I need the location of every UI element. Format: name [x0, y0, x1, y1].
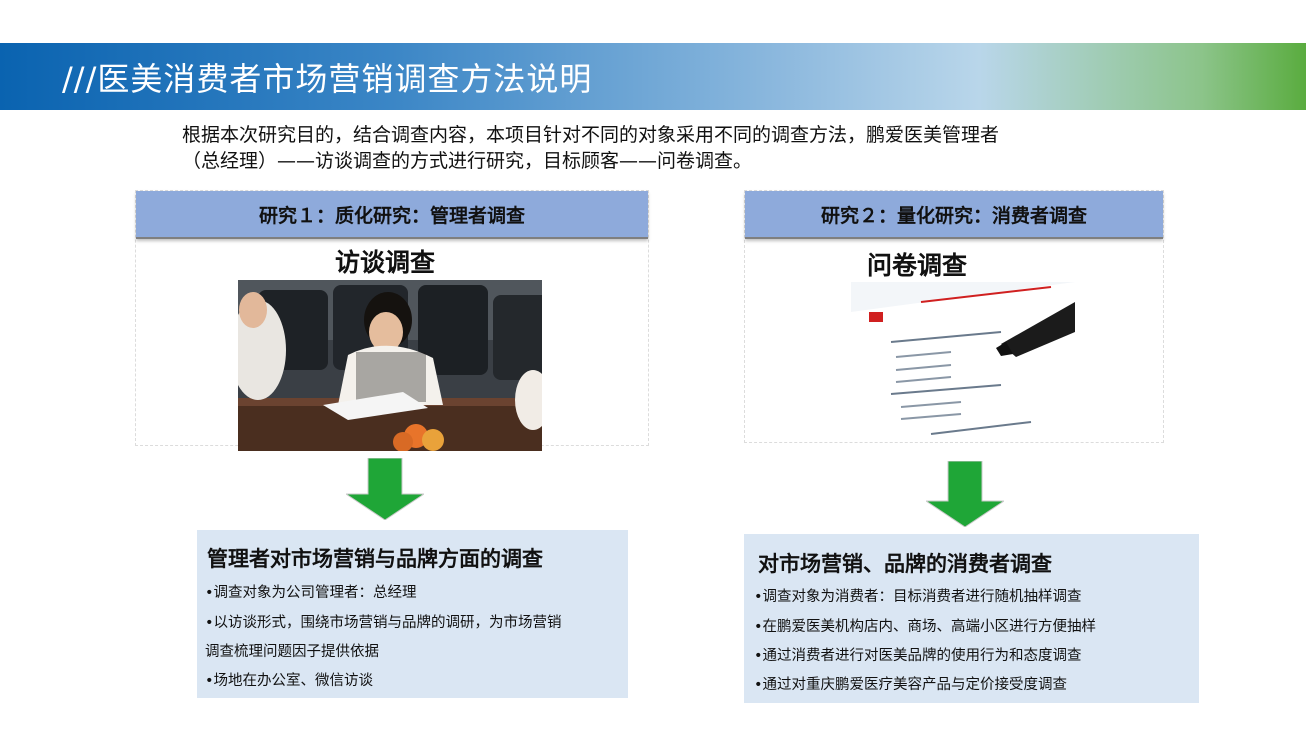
intro-line-1: 根据本次研究目的，结合调查内容，本项目针对不同的对象采用不同的调查方法，鹏爱医美…	[182, 124, 1000, 146]
study2-item: •通过对重庆鹏爱医疗美容产品与定价接受度调查	[754, 677, 1068, 693]
study2-item: •调查对象为消费者：目标消费者进行随机抽样调查	[754, 589, 1082, 605]
study2-header: 研究２：量化研究：消费者调查	[745, 191, 1163, 239]
study1-item: •以访谈形式，围绕市场营销与品牌的调研，为市场营销	[205, 615, 562, 631]
questionnaire-photo	[851, 282, 1075, 442]
intro-line-2: （总经理）——访谈调查的方式进行研究，目标顾客——问卷调查。	[182, 150, 753, 172]
down-arrow-icon	[344, 457, 426, 521]
study2-info-box: 对市场营销、品牌的消费者调查 •调查对象为消费者：目标消费者进行随机抽样调查 •…	[744, 534, 1199, 703]
study1-item: •场地在办公室、微信访谈	[205, 673, 374, 689]
study1-item: 调查梳理问题因子提供依据	[205, 644, 379, 660]
study1-info-box: 管理者对市场营销与品牌方面的调查 •调查对象为公司管理者：总经理 •以访谈形式，…	[197, 530, 628, 698]
study2-method-title: 问卷调查	[867, 251, 968, 280]
title-bar: ///医美消费者市场营销调查方法说明	[0, 43, 1306, 110]
study1-item: •调查对象为公司管理者：总经理	[205, 585, 417, 601]
down-arrow-icon	[924, 460, 1006, 528]
study2-item: •通过消费者进行对医美品牌的使用行为和态度调查	[754, 648, 1082, 664]
study1-box-title: 管理者对市场营销与品牌方面的调查	[207, 547, 543, 571]
study2-box-title: 对市场营销、品牌的消费者调查	[758, 552, 1052, 576]
interview-photo	[238, 280, 542, 451]
study1-header: 研究１：质化研究：管理者调查	[136, 191, 648, 239]
study2-item: •在鹏爱医美机构店内、商场、高端小区进行方便抽样	[754, 619, 1097, 635]
page-title: ///医美消费者市场营销调查方法说明	[62, 59, 593, 98]
intro-paragraph: 根据本次研究目的，结合调查内容，本项目针对不同的对象采用不同的调查方法，鹏爱医美…	[182, 122, 1142, 174]
study1-method-title: 访谈调查	[335, 248, 436, 277]
